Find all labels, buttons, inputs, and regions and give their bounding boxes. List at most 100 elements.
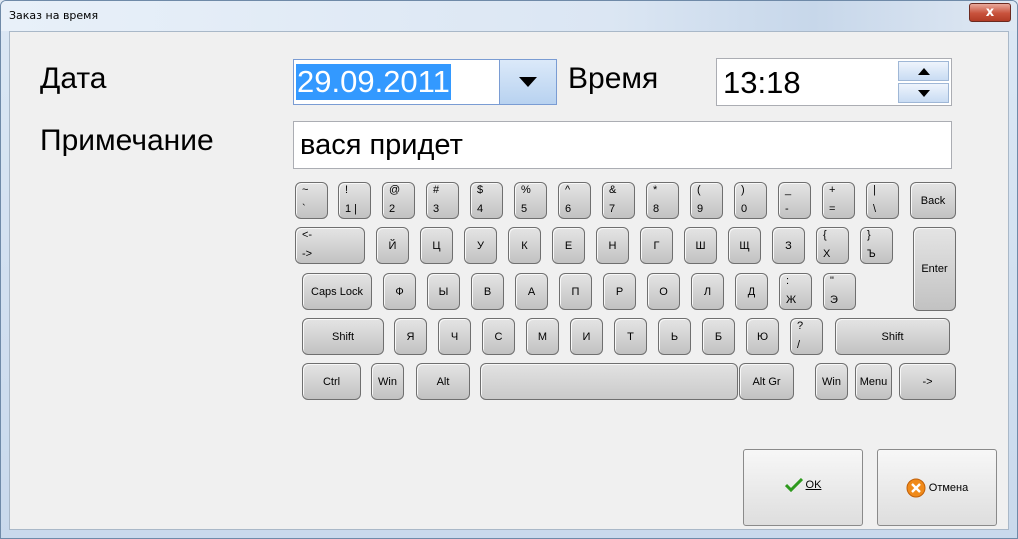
- key-open-brace[interactable]: {Х: [816, 227, 849, 264]
- key-4[interactable]: $4: [470, 182, 503, 219]
- key-letter[interactable]: Ц: [420, 227, 453, 264]
- title-bar[interactable]: Заказ на время x: [1, 1, 1017, 31]
- key-slash[interactable]: ? /: [790, 318, 823, 355]
- key-label: Ц: [432, 239, 441, 252]
- key-letter[interactable]: Ф: [383, 273, 416, 310]
- key-win-right[interactable]: Win: [815, 363, 848, 400]
- key-label-top: *: [653, 184, 658, 196]
- key-minus[interactable]: _ -: [778, 182, 811, 219]
- key-close-brace[interactable]: } Ъ: [860, 227, 893, 264]
- key-label-bottom: 1 |: [345, 203, 358, 215]
- cancel-button-content: Отмена: [878, 478, 996, 498]
- key-alt[interactable]: Alt: [416, 363, 470, 400]
- date-picker[interactable]: 29.09.2011: [293, 59, 557, 105]
- key-label: Ь: [670, 330, 679, 343]
- key-semicolon[interactable]: :Ж: [779, 273, 812, 310]
- key-label-bottom: 0: [741, 203, 748, 215]
- date-value[interactable]: 29.09.2011: [296, 64, 451, 100]
- key-9[interactable]: (9: [690, 182, 723, 219]
- time-up-button[interactable]: [898, 61, 949, 81]
- key-letter[interactable]: С: [482, 318, 515, 355]
- key-7[interactable]: & 7: [602, 182, 635, 219]
- key-letter[interactable]: Ы: [427, 273, 460, 310]
- key-ctrl[interactable]: Ctrl: [302, 363, 361, 400]
- key-enter[interactable]: Enter: [913, 227, 956, 311]
- key-backslash[interactable]: | \: [866, 182, 899, 219]
- key-3[interactable]: #3: [426, 182, 459, 219]
- key-letter[interactable]: Р: [603, 273, 636, 310]
- note-input[interactable]: вася придет: [293, 121, 952, 169]
- key-label: Win: [822, 375, 841, 388]
- key-shift-right[interactable]: Shift: [835, 318, 950, 355]
- key-8[interactable]: * 8: [646, 182, 679, 219]
- key-equals[interactable]: + =: [822, 182, 855, 219]
- cancel-button[interactable]: Отмена: [877, 449, 997, 526]
- key-label: Ф: [395, 285, 404, 298]
- key-letter[interactable]: Щ: [728, 227, 761, 264]
- key-label: Enter: [921, 263, 948, 275]
- key-letter[interactable]: Б: [702, 318, 735, 355]
- window-title: Заказ на время: [9, 9, 99, 22]
- key-letter[interactable]: Г: [640, 227, 673, 264]
- key-letter[interactable]: Ш: [684, 227, 717, 264]
- time-label: Время: [568, 62, 659, 95]
- key-letter[interactable]: Ь: [658, 318, 691, 355]
- key-letter[interactable]: Л: [691, 273, 724, 310]
- key-caps-lock[interactable]: Caps Lock: [302, 273, 372, 310]
- close-button[interactable]: x: [969, 3, 1011, 22]
- key-label: Й: [388, 239, 397, 252]
- key-label-bottom: Х: [823, 248, 831, 260]
- checkmark-icon: [784, 477, 803, 493]
- key-menu[interactable]: Menu: [855, 363, 892, 400]
- key-6[interactable]: ^ 6: [558, 182, 591, 219]
- time-spinner[interactable]: 13:18: [716, 58, 952, 106]
- key-label: Л: [703, 285, 712, 298]
- key-letter[interactable]: М: [526, 318, 559, 355]
- key-label: Т: [627, 330, 634, 343]
- key-letter[interactable]: К: [508, 227, 541, 264]
- key-tab[interactable]: <- ->: [295, 227, 365, 264]
- key-quote[interactable]: " Э: [823, 273, 856, 310]
- key-letter[interactable]: В: [471, 273, 504, 310]
- key-label: Е: [564, 239, 573, 252]
- key-letter[interactable]: Я: [394, 318, 427, 355]
- key-letter[interactable]: Й: [376, 227, 409, 264]
- key-letter[interactable]: П: [559, 273, 592, 310]
- key-letter[interactable]: У: [464, 227, 497, 264]
- key-label-top: ): [741, 184, 745, 196]
- key-win-left[interactable]: Win: [371, 363, 404, 400]
- key-1[interactable]: ! 1 |: [338, 182, 371, 219]
- key-tilde[interactable]: ~ `: [295, 182, 328, 219]
- key-letter[interactable]: Ю: [746, 318, 779, 355]
- ok-button[interactable]: OK: [743, 449, 863, 526]
- key-letter[interactable]: Т: [614, 318, 647, 355]
- key-label: Ч: [450, 330, 459, 343]
- key-space[interactable]: [480, 363, 738, 400]
- time-down-button[interactable]: [898, 83, 949, 103]
- time-value[interactable]: 13:18: [723, 65, 801, 101]
- key-5[interactable]: % 5: [514, 182, 547, 219]
- key-letter[interactable]: Н: [596, 227, 629, 264]
- key-letter[interactable]: А: [515, 273, 548, 310]
- key-letter[interactable]: Д: [735, 273, 768, 310]
- key-label-bottom: ->: [302, 248, 313, 260]
- key-letter[interactable]: Е: [552, 227, 585, 264]
- note-value[interactable]: вася придет: [300, 129, 463, 162]
- key-letter[interactable]: И: [570, 318, 603, 355]
- key-right-arrow[interactable]: ->: [899, 363, 956, 400]
- key-label-bottom: /: [797, 339, 801, 351]
- key-label-top: ": [830, 275, 834, 287]
- date-dropdown-button[interactable]: [499, 60, 556, 104]
- key-backspace[interactable]: Back: [910, 182, 956, 219]
- key-2[interactable]: @2: [382, 182, 415, 219]
- key-0[interactable]: ) 0: [734, 182, 767, 219]
- key-label: Ю: [756, 330, 769, 343]
- key-label: Alt: [436, 375, 450, 388]
- key-letter[interactable]: О: [647, 273, 680, 310]
- key-letter[interactable]: Ч: [438, 318, 471, 355]
- key-label: Р: [615, 285, 624, 298]
- key-alt-gr[interactable]: Alt Gr: [739, 363, 794, 400]
- key-shift-left[interactable]: Shift: [302, 318, 384, 355]
- key-letter[interactable]: З: [772, 227, 805, 264]
- key-label-top: !: [345, 184, 349, 196]
